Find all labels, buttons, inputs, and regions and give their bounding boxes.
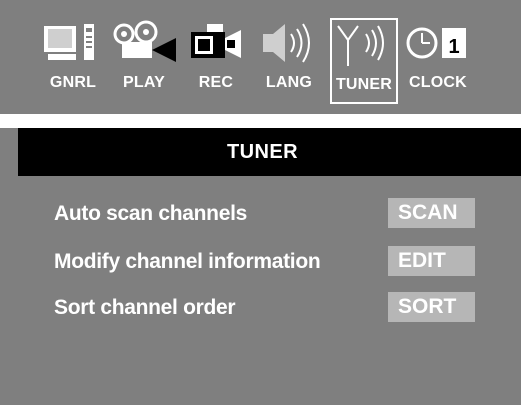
frame-bottom xyxy=(0,405,521,417)
menu-item-label: Auto scan channels xyxy=(54,202,247,225)
film-reel-play-icon xyxy=(110,18,178,68)
menu-row-auto-scan[interactable]: Auto scan channels SCAN xyxy=(18,198,521,230)
camcorder-icon xyxy=(185,18,247,68)
menu-item-label: Modify channel information xyxy=(54,250,321,273)
antenna-icon xyxy=(332,20,396,70)
menu-row-modify-channel[interactable]: Modify channel information EDIT xyxy=(18,246,521,278)
tab-clock[interactable]: 1 CLOCK xyxy=(404,18,472,104)
clock-day-number: 1 xyxy=(448,36,459,58)
scan-button[interactable]: SCAN xyxy=(388,198,475,228)
tab-gnrl[interactable]: GNRL xyxy=(42,18,104,104)
menu-item-label: Sort channel order xyxy=(54,296,236,319)
tab-play[interactable]: PLAY xyxy=(110,18,178,104)
sort-button[interactable]: SORT xyxy=(388,292,475,322)
menu-row-sort-channel[interactable]: Sort channel order SORT xyxy=(18,292,521,324)
tab-label: LANG xyxy=(265,74,313,91)
tab-rec[interactable]: REC xyxy=(185,18,247,104)
tab-tuner[interactable]: TUNER xyxy=(330,18,398,104)
tab-bar: GNRL PLAY REC LANG TUNER 1 CLOCK xyxy=(0,0,521,114)
tab-label: PLAY xyxy=(122,74,165,91)
tab-label: CLOCK xyxy=(409,74,467,91)
separator xyxy=(0,114,521,128)
tab-label: REC xyxy=(198,74,234,91)
clock-calendar-icon: 1 xyxy=(404,18,472,68)
tv-remote-icon xyxy=(42,18,104,68)
tab-label: TUNER xyxy=(335,76,393,93)
title-bar: TUNER xyxy=(18,128,521,176)
osd-screen: GNRL PLAY REC LANG TUNER 1 CLOCK TUNER A… xyxy=(0,0,521,417)
tab-lang[interactable]: LANG xyxy=(257,18,321,104)
menu-panel: Auto scan channels SCAN Modify channel i… xyxy=(18,176,521,417)
tab-label: GNRL xyxy=(49,74,97,91)
speaker-icon xyxy=(257,18,321,68)
edit-button[interactable]: EDIT xyxy=(388,246,475,276)
page-title: TUNER xyxy=(227,140,298,163)
